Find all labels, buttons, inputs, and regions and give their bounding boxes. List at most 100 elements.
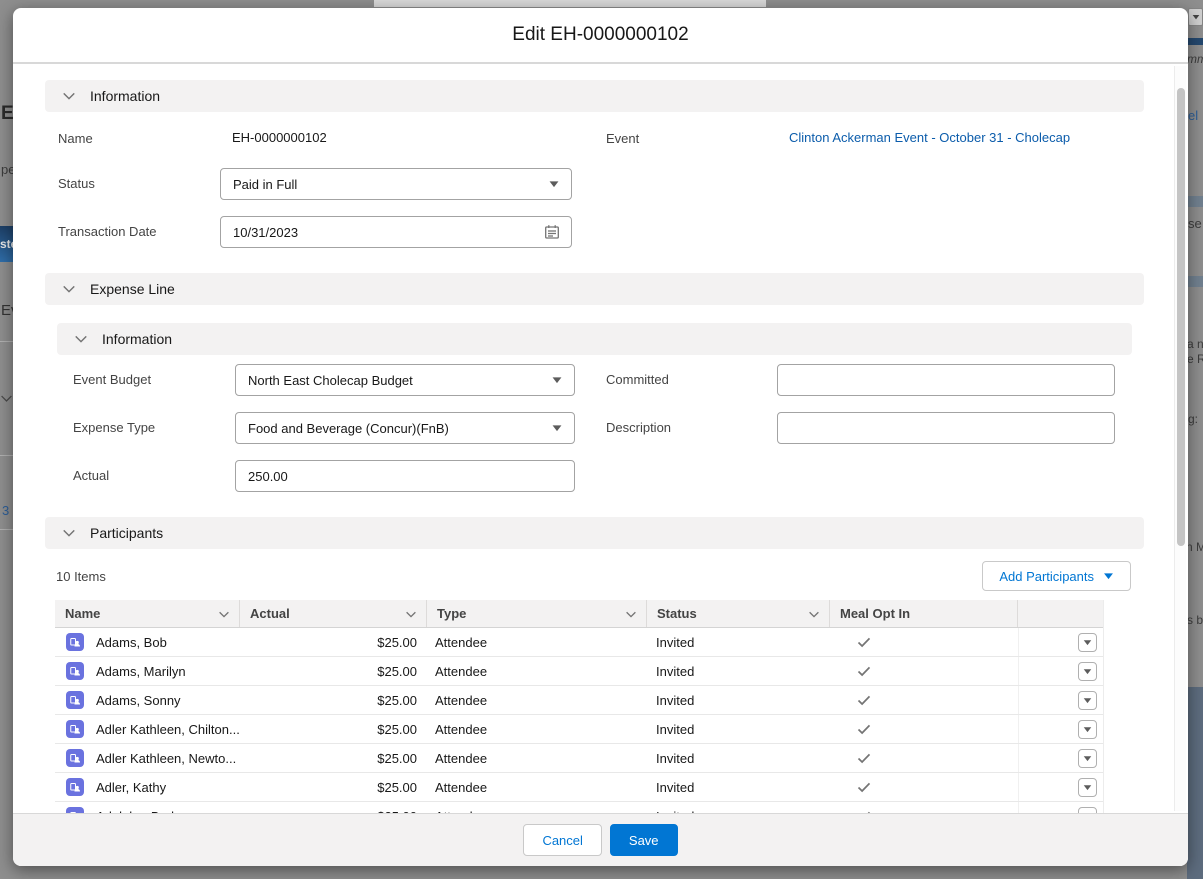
section-chevron-down-icon [62,282,76,296]
contact-avatar-icon [66,633,84,651]
edit-record-modal: Edit EH-0000000102 Information Name EH-0… [13,8,1188,866]
contact-avatar-icon [66,662,84,680]
bg-text-fragment: s b [1187,613,1203,627]
modal-scrollbar-track[interactable] [1174,66,1186,811]
event-label: Event [606,123,777,153]
table-row: Adolphe, Barbara $25.00 Attendee Invited [55,802,1103,813]
row-actions-button[interactable] [1078,778,1097,797]
status-combobox-input[interactable] [220,168,572,200]
section-label: Information [102,331,172,347]
event-budget-label: Event Budget [73,364,235,396]
section-chevron-down-icon [62,89,76,103]
participants-table: Name Actual Type Status [55,600,1104,813]
status-label: Status [58,168,220,200]
sort-chevron-icon [217,607,231,621]
column-header-name[interactable]: Name [55,600,240,627]
cell-status: Invited [647,664,830,679]
contact-avatar-icon [66,749,84,767]
cancel-button[interactable]: Cancel [523,824,601,856]
section-header-information[interactable]: Information [45,80,1144,112]
transaction-date-label: Transaction Date [58,216,220,248]
bg-bar-fragment [1187,38,1203,45]
cell-name: Adler Kathleen, Chilton... [55,720,240,738]
table-row: Adams, Marilyn $25.00 Attendee Invited [55,657,1103,686]
cell-name: Adams, Bob [55,633,240,651]
section-header-expense-information[interactable]: Information [57,323,1132,355]
event-budget-combobox-input[interactable] [235,364,575,396]
expense-type-combobox-input[interactable] [235,412,575,444]
row-actions-button[interactable] [1078,691,1097,710]
screen: Ev pe ste Ev 3 mm. el se a n e R g: n M … [0,0,1203,879]
check-icon [856,663,872,679]
cell-actions [1018,744,1103,772]
participant-name: Adams, Marilyn [96,664,186,679]
bg-searchbox-fragment [373,0,767,8]
column-header-status[interactable]: Status [647,600,830,627]
expense-type-combobox[interactable] [235,412,575,444]
section-label: Expense Line [90,281,175,297]
bg-chevron-down-icon [0,392,13,410]
cell-actual: $25.00 [240,780,427,795]
name-value: EH-0000000102 [220,123,572,145]
bg-text-fragment: e R [1187,352,1203,366]
button-down-triangle-icon [1103,572,1114,580]
participant-name: Adams, Bob [96,635,167,650]
bg-tab-bar-fragment: ste [0,226,13,262]
row-down-triangle-icon [1083,639,1092,646]
column-header-actions [1018,600,1103,627]
actual-input[interactable] [235,460,575,492]
cell-meal-opt-in [830,750,1018,766]
save-button[interactable]: Save [610,824,678,856]
bg-link-fragment: el [1188,108,1198,123]
row-actions-button[interactable] [1078,633,1097,652]
column-header-meal-opt-in[interactable]: Meal Opt In [830,600,1018,627]
cell-actions [1018,802,1103,813]
cell-name: Adler, Kathy [55,778,240,796]
row-actions-button[interactable] [1078,662,1097,681]
row-actions-button[interactable] [1078,720,1097,739]
actual-label: Actual [73,460,235,492]
check-icon [856,721,872,737]
bg-bar-fragment [1187,196,1203,207]
section-header-expense-line[interactable]: Expense Line [45,273,1144,305]
cell-meal-opt-in [830,779,1018,795]
section-chevron-down-icon [62,526,76,540]
sort-chevron-icon [404,607,418,621]
cell-actual: $25.00 [240,693,427,708]
cell-type: Attendee [427,722,647,737]
participants-table-body: Adams, Bob $25.00 Attendee Invited [55,628,1103,813]
event-link[interactable]: Clinton Ackerman Event - October 31 - Ch… [777,123,1070,145]
column-header-actual[interactable]: Actual [240,600,427,627]
bg-text-fragment: se [1188,216,1202,231]
transaction-date-input[interactable] [220,216,572,248]
contact-avatar-icon [66,720,84,738]
section-label: Information [90,88,160,104]
cell-actual: $25.00 [240,664,427,679]
cell-status: Invited [647,693,830,708]
cell-status: Invited [647,635,830,650]
modal-title: Edit EH-0000000102 [512,24,688,46]
status-combobox[interactable] [220,168,572,200]
table-row: Adams, Sonny $25.00 Attendee Invited [55,686,1103,715]
description-input[interactable] [777,412,1115,444]
section-chevron-down-icon [74,332,88,346]
contact-avatar-icon [66,691,84,709]
row-actions-button[interactable] [1078,749,1097,768]
transaction-date-field[interactable] [220,216,572,248]
table-row: Adler Kathleen, Chilton... $25.00 Attend… [55,715,1103,744]
bg-text-fragment: mm. [1187,52,1203,66]
section-header-participants[interactable]: Participants [45,517,1144,549]
bg-panel-fragment [1187,687,1203,879]
cell-meal-opt-in [830,663,1018,679]
bg-bar-fragment [1187,276,1203,287]
modal-header: Edit EH-0000000102 [13,8,1188,64]
column-header-type[interactable]: Type [427,600,647,627]
cell-type: Attendee [427,693,647,708]
committed-input[interactable] [777,364,1115,396]
participant-name: Adams, Sonny [96,693,181,708]
committed-label: Committed [606,364,777,396]
add-participants-button[interactable]: Add Participants [982,561,1131,591]
divider [0,341,13,342]
modal-scrollbar-thumb[interactable] [1177,88,1185,546]
event-budget-combobox[interactable] [235,364,575,396]
